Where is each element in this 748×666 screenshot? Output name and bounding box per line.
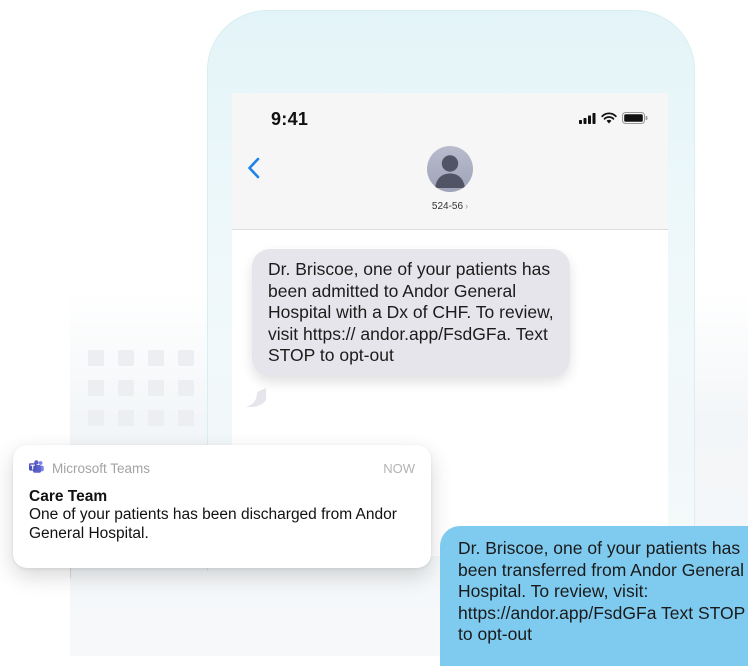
wifi-icon xyxy=(601,111,617,129)
chevron-right-icon: › xyxy=(465,201,469,211)
notification-body: One of your patients has been discharged… xyxy=(29,506,397,542)
notification-time: NOW xyxy=(383,460,415,476)
microsoft-teams-icon xyxy=(29,460,44,476)
back-button[interactable] xyxy=(242,153,264,183)
notification-header: Microsoft Teams NOW xyxy=(29,460,415,476)
contact-name: 524-56 xyxy=(431,201,464,212)
status-time: 9:41 xyxy=(271,109,309,129)
received-bubble-tail xyxy=(246,388,266,408)
received-message-bubble: Dr. Briscoe, one of your patients has be… xyxy=(252,249,570,376)
status-icons xyxy=(579,111,648,129)
signal-icon xyxy=(579,111,596,129)
chevron-left-icon xyxy=(247,157,259,179)
contact-name-row[interactable]: 524-56 › xyxy=(232,201,668,212)
teams-notification[interactable]: Microsoft Teams NOW Care Team One of you… xyxy=(13,445,431,568)
notification-app-name: Microsoft Teams xyxy=(52,460,151,476)
contact-avatar[interactable] xyxy=(427,146,473,192)
notification-title: Care Team xyxy=(29,488,108,505)
sent-message-bubble: Dr. Briscoe, one of your patients has be… xyxy=(440,526,748,666)
person-icon xyxy=(435,155,465,188)
decorative-dot-grid xyxy=(88,350,194,426)
messages-header: 9:41 524-56 › xyxy=(232,93,668,230)
battery-icon xyxy=(622,111,648,129)
